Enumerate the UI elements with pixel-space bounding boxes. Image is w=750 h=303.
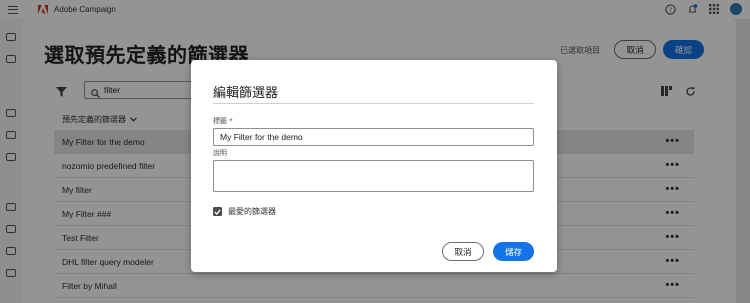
checkmark-icon [214, 208, 221, 215]
favorite-label[interactable]: 最愛的篩選器 [228, 206, 276, 217]
title-field[interactable]: My Filter for the demo [213, 128, 534, 146]
description-field[interactable] [213, 160, 534, 192]
modal-title: 編輯篩選器 [213, 86, 279, 101]
modal-cancel-button[interactable]: 取消 [442, 242, 484, 261]
title-divider [213, 103, 534, 104]
save-button[interactable]: 儲存 [493, 242, 534, 261]
description-field-label: 說明 [213, 149, 227, 157]
edit-filter-modal: 編輯篩選器 標籤 * My Filter for the demo 說明 最愛的… [191, 60, 557, 272]
title-field-label: 標籤 * [213, 117, 233, 125]
favorite-checkbox[interactable] [213, 207, 222, 216]
